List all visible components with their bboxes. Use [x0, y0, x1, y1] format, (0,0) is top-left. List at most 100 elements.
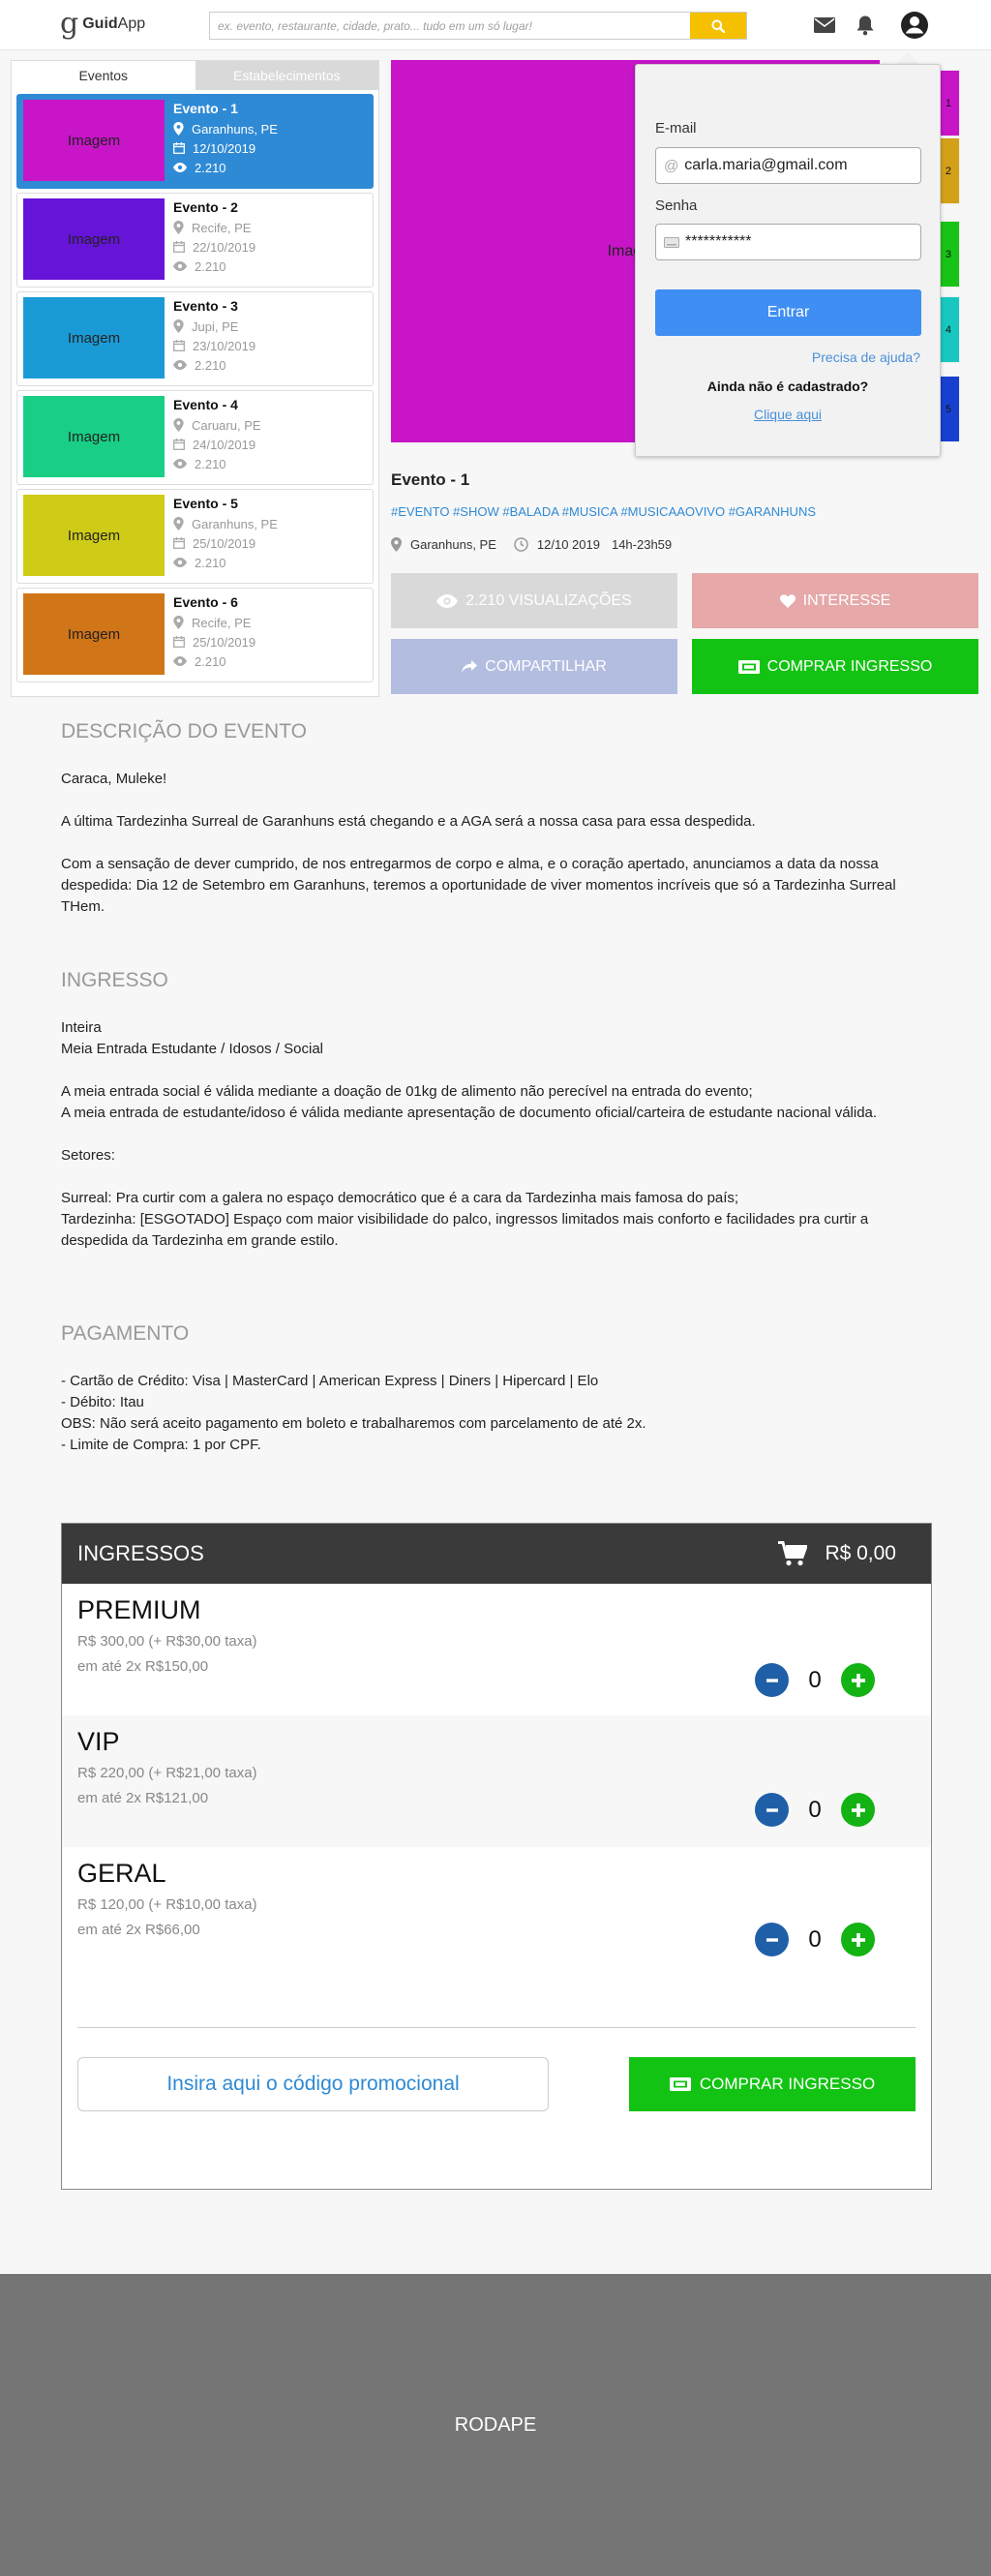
ticket-name: GERAL	[77, 1859, 166, 1888]
event-card-info: Evento - 5 Garanhuns, PE 25/10/2019 2.21…	[165, 495, 278, 578]
eye-icon	[436, 593, 459, 608]
password-field[interactable]	[685, 233, 917, 251]
thumbnail-label: 3	[945, 248, 951, 260]
location-pin-icon	[173, 616, 184, 629]
ingresso-line: Inteira	[61, 1019, 102, 1036]
event-card-image: Imagem	[23, 297, 165, 379]
event-card-date-row: 25/10/2019	[173, 632, 255, 652]
event-card-title: Evento - 2	[173, 199, 238, 215]
cart-total: R$ 0,00	[825, 1542, 896, 1564]
footer-label: RODAPE	[454, 2413, 537, 2436]
eye-icon	[173, 261, 187, 271]
login-submit-button[interactable]: Entrar	[655, 289, 921, 336]
event-card-date-row: 24/10/2019	[173, 435, 261, 454]
sidebar-tabs: Eventos Estabelecimentos	[12, 61, 378, 90]
ticket-name: VIP	[77, 1727, 120, 1756]
event-card-location: Garanhuns, PE	[192, 121, 278, 136]
event-card[interactable]: Imagem Evento - 3 Jupi, PE 23/10/2019 2.…	[16, 291, 374, 386]
event-card-date: 25/10/2019	[193, 634, 256, 650]
minus-icon	[766, 1807, 778, 1812]
event-card-title: Evento - 1	[173, 101, 238, 116]
decrease-button[interactable]	[755, 1663, 789, 1697]
ingresso-line: Setores:	[61, 1147, 115, 1164]
email-field[interactable]	[684, 157, 917, 174]
increase-button[interactable]	[841, 1663, 875, 1697]
event-card-views-row: 2.210	[173, 355, 255, 375]
event-card-image: Imagem	[23, 198, 165, 280]
buy-ticket-button[interactable]: COMPRAR INGRESSO	[692, 639, 978, 694]
increase-button[interactable]	[841, 1793, 875, 1827]
event-card[interactable]: Imagem Evento - 6 Recife, PE 25/10/2019 …	[16, 588, 374, 682]
ingresso-heading: INGRESSO	[61, 969, 168, 991]
event-card-info: Evento - 2 Recife, PE 22/10/2019 2.210	[165, 198, 255, 282]
app-logo[interactable]: g GuidApp	[60, 10, 145, 39]
event-card-location-row: Recife, PE	[173, 218, 255, 237]
event-card[interactable]: Imagem Evento - 1 Garanhuns, PE 12/10/20…	[16, 94, 374, 189]
heart-icon	[779, 593, 796, 608]
tab-estabelecimentos[interactable]: Estabelecimentos	[195, 61, 378, 90]
event-card-location: Recife, PE	[192, 220, 252, 235]
event-date: 12/10 2019	[536, 537, 600, 552]
event-card-views: 2.210	[195, 258, 226, 274]
minus-icon	[766, 1937, 778, 1942]
ingresso-section: INGRESSO Inteira Meia Entrada Estudante …	[61, 969, 932, 1252]
event-card[interactable]: Imagem Evento - 4 Caruaru, PE 24/10/2019…	[16, 390, 374, 485]
views-button[interactable]: 2.210 VISUALIZAÇÕES	[391, 573, 677, 628]
ingresso-line: A meia entrada social é válida mediante …	[61, 1083, 753, 1100]
pagamento-section: PAGAMENTO - Cartão de Crédito: Visa | Ma…	[61, 1322, 932, 1456]
login-dropdown: E-mail @ Senha Entrar Precisa de ajuda? …	[635, 64, 941, 457]
event-card-date: 12/10/2019	[193, 140, 256, 156]
ticket-name: PREMIUM	[77, 1595, 201, 1624]
plus-icon	[851, 1673, 865, 1687]
register-link[interactable]: Clique aqui	[636, 407, 940, 422]
search-input[interactable]	[210, 13, 690, 39]
event-card[interactable]: Imagem Evento - 5 Garanhuns, PE 25/10/20…	[16, 489, 374, 584]
location-pin-icon	[173, 418, 184, 432]
description-section: DESCRIÇÃO DO EVENTO Caraca, Muleke! A úl…	[61, 720, 932, 918]
tickets-buy-button[interactable]: COMPRAR INGRESSO	[629, 2057, 916, 2111]
cart-summary[interactable]: R$ 0,00	[778, 1541, 896, 1566]
event-card-views-row: 2.210	[173, 553, 278, 572]
ticket-icon	[669, 2077, 691, 2091]
event-card-image: Imagem	[23, 593, 165, 675]
share-button[interactable]: COMPARTILHAR	[391, 639, 677, 694]
ingresso-line: A meia entrada de estudante/idoso é váli…	[61, 1105, 878, 1121]
logo-text: GuidApp	[82, 15, 146, 32]
ingresso-line: Meia Entrada Estudante / Idosos / Social	[61, 1041, 323, 1057]
tab-eventos[interactable]: Eventos	[12, 61, 195, 90]
description-heading: DESCRIÇÃO DO EVENTO	[61, 720, 307, 742]
event-time: 14h-23h59	[611, 537, 673, 552]
promo-code-input[interactable]: Insira aqui o código promocional	[77, 2057, 549, 2111]
top-header: g GuidApp	[0, 0, 991, 50]
pagamento-line: - Cartão de Crédito: Visa | MasterCard |…	[61, 1373, 599, 1389]
plus-icon	[851, 1932, 865, 1947]
account-button[interactable]	[900, 11, 929, 40]
notifications-button[interactable]	[852, 12, 879, 39]
decrease-button[interactable]	[755, 1793, 789, 1827]
event-tags[interactable]: #EVENTO #SHOW #BALADA #MUSICA #MUSICAAOV…	[391, 504, 816, 519]
pagamento-line: OBS: Não será aceito pagamento em boleto…	[61, 1415, 646, 1432]
event-card-location-row: Jupi, PE	[173, 317, 255, 336]
search-button[interactable]	[690, 13, 746, 39]
increase-button[interactable]	[841, 1923, 875, 1956]
event-card-image: Imagem	[23, 100, 165, 181]
share-icon	[462, 659, 478, 673]
ingresso-line: Tardezinha: [ESGOTADO] Espaço com maior …	[61, 1211, 869, 1249]
event-card-date-row: 22/10/2019	[173, 237, 255, 257]
event-card-location-row: Recife, PE	[173, 613, 255, 632]
event-card-views-row: 2.210	[173, 652, 255, 671]
tickets-heading: INGRESSOS	[77, 1541, 204, 1565]
plus-icon	[851, 1803, 865, 1817]
interest-button[interactable]: INTERESSE	[692, 573, 978, 628]
event-card[interactable]: Imagem Evento - 2 Recife, PE 22/10/2019 …	[16, 193, 374, 288]
help-link[interactable]: Precisa de ajuda?	[812, 349, 920, 365]
events-sidebar: Eventos Estabelecimentos Imagem Evento -…	[11, 60, 379, 697]
mail-button[interactable]	[811, 12, 838, 39]
event-card-image: Imagem	[23, 495, 165, 576]
event-card-views: 2.210	[195, 160, 226, 175]
decrease-button[interactable]	[755, 1923, 789, 1956]
calendar-icon	[173, 142, 185, 154]
thumbnail-label: 2	[945, 165, 951, 177]
pagamento-line: - Limite de Compra: 1 por CPF.	[61, 1437, 261, 1453]
event-card-title: Evento - 4	[173, 397, 238, 412]
